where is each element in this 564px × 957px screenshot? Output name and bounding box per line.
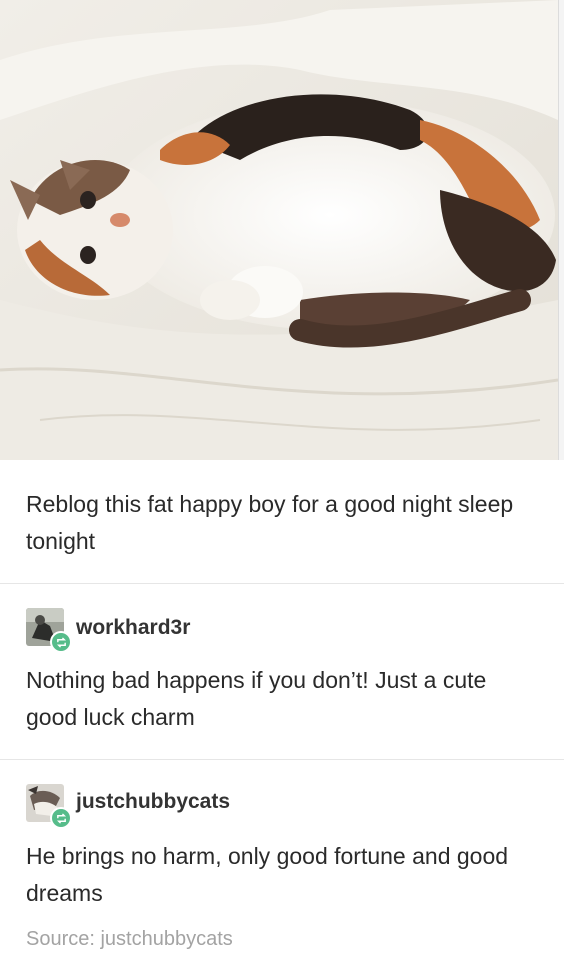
reblog-username[interactable]: justchubbycats (76, 790, 230, 814)
source-link[interactable]: Source: justchubbycats (26, 928, 233, 951)
reblog-text: He brings no harm, only good fortune and… (26, 843, 509, 906)
post-caption: Reblog this fat happy boy for a good nig… (26, 491, 514, 554)
reblog-icon (50, 631, 72, 653)
post-photo[interactable] (0, 0, 558, 460)
cat-photo-illustration (0, 0, 558, 460)
reblog-username[interactable]: workhard3r (76, 616, 190, 640)
reblog-text: Nothing bad happens if you don’t! Just a… (26, 667, 487, 730)
scroll-edge (558, 0, 564, 460)
divider (0, 759, 564, 760)
reblog-icon (50, 807, 72, 829)
divider (0, 583, 564, 584)
